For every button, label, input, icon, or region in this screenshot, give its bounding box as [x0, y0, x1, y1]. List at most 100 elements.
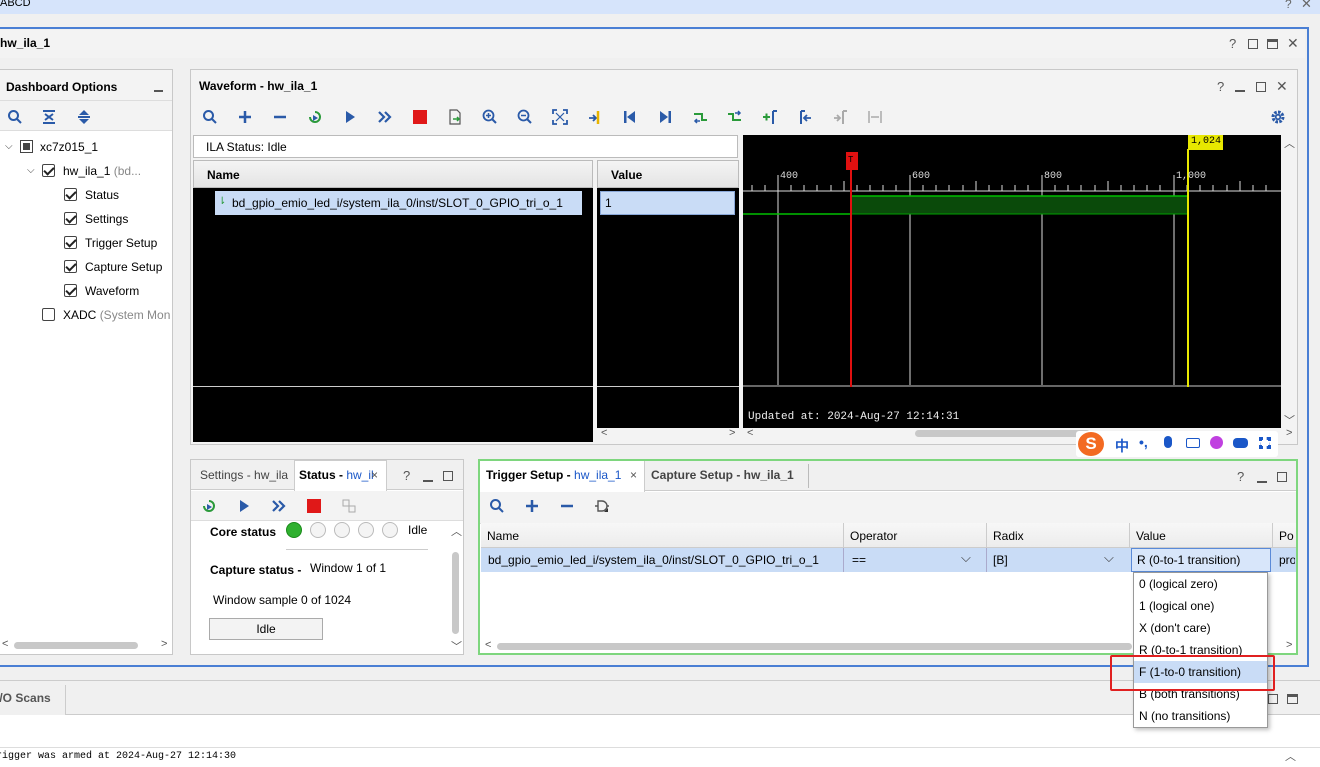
name-column-header[interactable]: Name [207, 168, 240, 182]
capture-icon[interactable] [338, 496, 360, 516]
close-icon[interactable]: × [630, 468, 637, 482]
minimize-icon[interactable] [423, 480, 433, 482]
run-trigger-immediate-icon[interactable] [304, 107, 326, 127]
waveform-hscroll-thumb[interactable] [915, 430, 1090, 437]
scroll-right-icon[interactable]: > [1286, 639, 1292, 651]
xadc-checkbox[interactable] [42, 308, 55, 321]
help-icon[interactable]: ? [1285, 0, 1292, 11]
tab-settings[interactable]: Settings - hw_ila [200, 468, 292, 482]
tree-item-device[interactable]: xc7z015_1 [40, 140, 98, 154]
minimize-icon[interactable] [1235, 90, 1245, 92]
run-trigger-icon[interactable] [339, 107, 361, 127]
settings-checkbox[interactable] [64, 212, 77, 225]
trigger-condition-icon[interactable] [591, 496, 613, 516]
remove-probe-icon[interactable] [556, 496, 578, 516]
ime-language-toggle[interactable]: 中 [1115, 436, 1129, 456]
go-to-time-icon[interactable] [584, 107, 606, 127]
dropdown-option-dont-care[interactable]: X (don't care) [1134, 617, 1267, 639]
close-icon[interactable]: ✕ [1276, 78, 1288, 95]
trigger-hscroll-thumb[interactable] [497, 643, 1132, 650]
close-icon[interactable]: × [371, 468, 378, 482]
next-marker-icon[interactable] [829, 107, 851, 127]
column-header-radix[interactable]: Radix [993, 529, 1024, 543]
close-icon[interactable]: ✕ [1301, 0, 1312, 12]
operator-select[interactable]: == [852, 553, 866, 567]
tree-item-capture-setup[interactable]: Capture Setup [85, 260, 162, 274]
stop-icon[interactable] [303, 496, 325, 516]
waveform-checkbox[interactable] [64, 284, 77, 297]
game-icon[interactable] [1233, 438, 1248, 448]
hw-ila-checkbox[interactable] [42, 164, 55, 177]
scroll-down-icon[interactable]: ﹀ [451, 638, 462, 654]
tab-trigger-setup[interactable]: Trigger Setup - hw_ila_1 × [480, 461, 645, 492]
minimize-icon[interactable] [1257, 481, 1267, 483]
go-to-end-icon[interactable] [654, 107, 676, 127]
tree-item-xadc[interactable]: XADC (System Moni [63, 308, 171, 322]
scroll-right-icon[interactable]: > [1286, 427, 1292, 439]
tab-capture-setup[interactable]: Capture Setup - hw_ila_1 [651, 468, 794, 482]
capture-setup-checkbox[interactable] [64, 260, 77, 273]
column-header-port[interactable]: Po [1279, 529, 1294, 543]
value-column-header[interactable]: Value [611, 168, 642, 182]
restore-icon[interactable] [1277, 472, 1287, 482]
restore-icon[interactable] [1256, 82, 1266, 92]
scroll-up-icon[interactable]: ︿ [451, 523, 462, 539]
column-header-operator[interactable]: Operator [850, 529, 897, 543]
minimize-icon[interactable] [154, 90, 163, 92]
auto-retrigger-icon[interactable] [268, 496, 290, 516]
chevron-down-icon[interactable]: ⌵ [27, 165, 35, 176]
dropdown-option-none[interactable]: N (no transitions) [1134, 705, 1267, 727]
radix-select[interactable]: [B] [993, 553, 1008, 567]
add-marker-icon[interactable] [759, 107, 781, 127]
signal-value-cell[interactable]: 1 [600, 191, 735, 215]
skin-icon[interactable] [1210, 436, 1223, 449]
export-icon[interactable] [444, 107, 466, 127]
restore-icon[interactable] [1248, 39, 1258, 49]
scroll-left-icon[interactable]: < [747, 427, 753, 439]
scroll-up-icon[interactable]: ︿ [1284, 135, 1295, 151]
restore-icon[interactable] [1268, 694, 1278, 704]
zoom-out-icon[interactable] [514, 107, 536, 127]
remove-icon[interactable] [269, 107, 291, 127]
waveform-canvas[interactable]: T 1,024 400 600 800 1,000 Updated at: 20… [743, 135, 1281, 428]
tree-item-waveform[interactable]: Waveform [85, 284, 139, 298]
scrollbar-thumb[interactable] [14, 642, 138, 649]
status-vscroll-thumb[interactable] [452, 552, 459, 634]
ime-punctuation-toggle[interactable]: •, [1139, 434, 1148, 450]
search-icon[interactable] [199, 107, 221, 127]
tree-item-status[interactable]: Status [85, 188, 119, 202]
scroll-left-icon[interactable]: < [2, 638, 8, 650]
previous-marker-icon[interactable] [794, 107, 816, 127]
sogou-logo-icon[interactable]: S [1078, 432, 1104, 456]
keyboard-icon[interactable] [1186, 438, 1200, 448]
previous-transition-icon[interactable] [689, 107, 711, 127]
chevron-down-icon[interactable]: ⌵ [961, 550, 971, 566]
collapse-all-icon[interactable] [38, 107, 60, 127]
chevron-down-icon[interactable]: ⌵ [1104, 550, 1114, 566]
expand-all-icon[interactable] [73, 107, 95, 127]
dropdown-option-logical-zero[interactable]: 0 (logical zero) [1134, 573, 1267, 595]
scroll-up-icon[interactable]: ︿ [1285, 748, 1296, 764]
help-icon[interactable]: ? [1229, 36, 1236, 51]
menu-grid-icon[interactable] [1259, 437, 1271, 449]
help-icon[interactable]: ? [1237, 469, 1244, 484]
scroll-left-icon[interactable]: < [485, 639, 491, 651]
search-icon[interactable] [4, 107, 26, 127]
trigger-table-row[interactable]: bd_gpio_emio_led_i/system_ila_0/inst/SLO… [481, 548, 1296, 572]
add-icon[interactable] [234, 107, 256, 127]
idle-button[interactable]: Idle [209, 618, 323, 640]
column-header-name[interactable]: Name [487, 529, 519, 543]
help-icon[interactable]: ? [403, 468, 410, 483]
scroll-right-icon[interactable]: > [729, 427, 735, 439]
add-probe-icon[interactable] [521, 496, 543, 516]
swap-cursors-icon[interactable] [864, 107, 886, 127]
zoom-in-icon[interactable] [479, 107, 501, 127]
signal-row[interactable]: ⇂ bd_gpio_emio_led_i/system_ila_0/inst/S… [215, 191, 582, 215]
tab-io-scans[interactable]: I/O Scans [0, 685, 66, 715]
float-icon[interactable] [1267, 39, 1278, 49]
value-hscroll[interactable]: < > [597, 427, 739, 442]
run-trigger-immediate-icon[interactable] [198, 496, 220, 516]
tree-item-settings[interactable]: Settings [85, 212, 128, 226]
zoom-fit-icon[interactable] [549, 107, 571, 127]
auto-retrigger-icon[interactable] [374, 107, 396, 127]
